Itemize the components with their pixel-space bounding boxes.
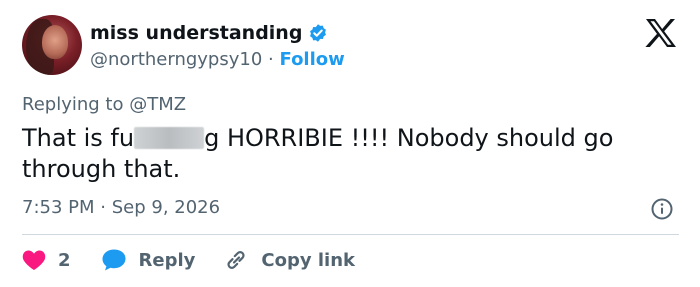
- verified-badge-icon: [308, 23, 328, 43]
- copy-link-label: Copy link: [261, 249, 355, 271]
- replying-to-handle[interactable]: @TMZ: [129, 94, 186, 115]
- copy-link-button[interactable]: Copy link: [223, 248, 355, 272]
- author-name-row[interactable]: miss understanding: [90, 21, 328, 45]
- timestamp-separator: ·: [100, 197, 106, 218]
- timestamp[interactable]: 7:53 PM · Sep 9, 2026: [22, 196, 220, 220]
- action-bar: 2 Reply Copy link: [22, 246, 385, 274]
- like-button[interactable]: 2: [22, 249, 71, 271]
- avatar[interactable]: [22, 15, 82, 75]
- tweet-text-start: That is fu: [22, 124, 135, 152]
- tweet-date[interactable]: Sep 9, 2026: [112, 197, 220, 218]
- avatar-face: [42, 25, 68, 59]
- replying-to-prefix: Replying to: [22, 94, 124, 115]
- info-icon[interactable]: [651, 198, 673, 220]
- reply-bubble-icon: [102, 249, 126, 271]
- handle-separator: ·: [268, 49, 274, 70]
- divider: [22, 234, 679, 235]
- heart-icon: [22, 250, 46, 270]
- author-handle-row: @northerngypsy10 · Follow: [90, 48, 345, 72]
- reply-label: Reply: [138, 249, 196, 271]
- redaction-blur: [134, 127, 205, 149]
- reply-button[interactable]: Reply: [101, 248, 196, 272]
- author-name[interactable]: miss understanding: [90, 21, 302, 45]
- link-icon: [227, 251, 245, 269]
- author-handle[interactable]: @northerngypsy10: [90, 49, 262, 70]
- tweet-time[interactable]: 7:53 PM: [22, 197, 95, 218]
- tweet-embed-card: miss understanding @northerngypsy10 · Fo…: [0, 0, 700, 287]
- follow-button[interactable]: Follow: [280, 49, 345, 70]
- like-count: 2: [58, 249, 71, 271]
- replying-to: Replying to @TMZ: [22, 93, 186, 117]
- x-logo-icon[interactable]: [645, 18, 677, 48]
- tweet-text: That is fu g HORRIBIE !!!! Nobody should …: [22, 123, 662, 185]
